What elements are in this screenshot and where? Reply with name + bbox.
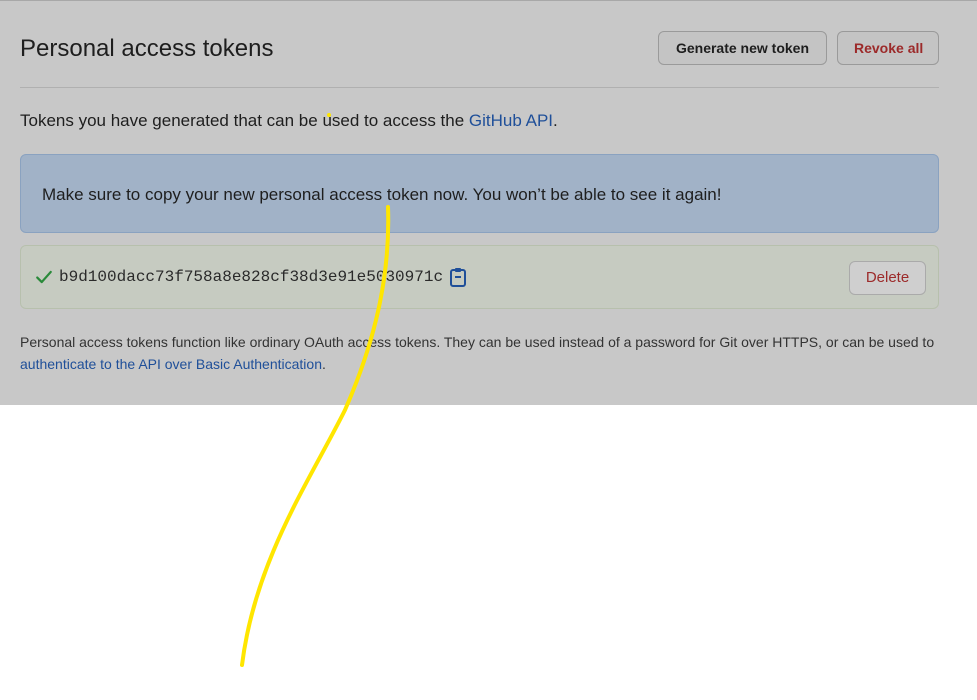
check-icon [36, 270, 52, 284]
basic-auth-docs-link[interactable]: authenticate to the API over Basic Authe… [20, 356, 322, 372]
intro-text-before-link: Tokens you have generated that can be us… [20, 111, 469, 130]
help-text-before-link: Personal access tokens function like ord… [20, 334, 935, 350]
screenshot: Personal access tokens Generate new toke… [0, 0, 977, 700]
intro-text: Tokens you have generated that can be us… [20, 111, 558, 131]
token-value[interactable]: b9d100dacc73f758a8e828cf38d3e91e5030971c [59, 268, 443, 286]
clipboard-icon[interactable] [449, 267, 467, 287]
help-text-after-link: . [321, 356, 326, 372]
page-title: Personal access tokens [20, 35, 274, 62]
copy-token-flash-notice: Make sure to copy your new personal acce… [20, 154, 939, 233]
settings-panel: Personal access tokens Generate new toke… [0, 0, 977, 405]
header-divider [20, 87, 939, 88]
revoke-all-button[interactable]: Revoke all [837, 31, 939, 65]
flash-message: Make sure to copy your new personal acce… [42, 185, 722, 204]
generate-new-token-button[interactable]: Generate new token [658, 31, 827, 65]
new-token-row: b9d100dacc73f758a8e828cf38d3e91e5030971c… [20, 245, 939, 309]
help-text: Personal access tokens function like ord… [20, 331, 940, 375]
intro-text-after-link: . [553, 111, 558, 130]
delete-token-button[interactable]: Delete [849, 261, 926, 295]
github-api-link[interactable]: GitHub API [469, 111, 553, 130]
